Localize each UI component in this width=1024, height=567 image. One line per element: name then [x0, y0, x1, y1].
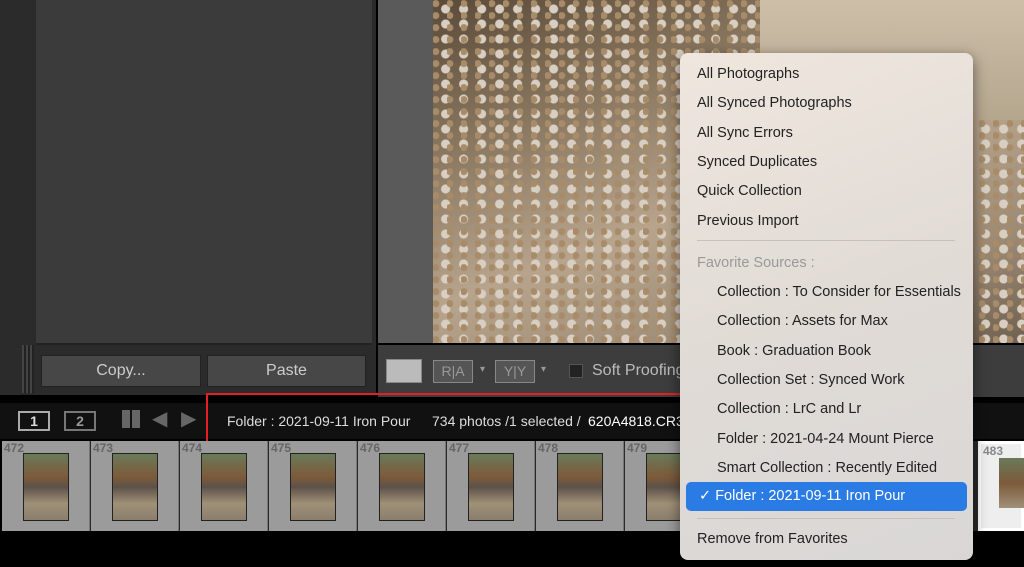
copy-button[interactable]: Copy...	[41, 355, 201, 387]
window-1-button[interactable]: 1	[18, 411, 50, 431]
chevron-down-icon[interactable]: ▾	[541, 364, 546, 375]
before-after-ra-icon[interactable]: R|A	[433, 360, 473, 383]
menu-item-favorite[interactable]: Collection : LrC and Lr	[717, 401, 861, 417]
thumbnail-number: 476	[360, 441, 381, 455]
thumbnail-number: 478	[538, 441, 559, 455]
menu-item-favorite[interactable]: Collection : Assets for Max	[717, 313, 888, 329]
panel-resize-handle[interactable]	[22, 345, 34, 393]
menu-item[interactable]: All Synced Photographs	[697, 95, 852, 111]
filmstrip-thumbnail[interactable]: 473	[91, 441, 179, 531]
menu-item[interactable]: All Photographs	[697, 66, 799, 82]
thumbnail-number: 475	[271, 441, 292, 455]
filmstrip-thumbnail[interactable]: 477	[447, 441, 535, 531]
remove-from-favorites[interactable]: Remove from Favorites	[697, 531, 848, 547]
menu-item[interactable]: Previous Import	[697, 213, 799, 229]
thumbnail-number: 479	[627, 441, 648, 455]
window-2-button[interactable]: 2	[64, 411, 96, 431]
filmstrip-source-menu: Favorite Sources : ✓ Folder : 2021-09-11…	[680, 53, 973, 560]
checkmark-icon: ✓	[699, 488, 716, 504]
thumbnail-image	[468, 453, 514, 521]
paste-button[interactable]: Paste	[207, 355, 366, 387]
menu-item-favorite[interactable]: Collection : To Consider for Essentials	[717, 284, 961, 300]
filmstrip-thumbnail[interactable]: 478	[536, 441, 624, 531]
menu-item-label: Folder : 2021-09-11 Iron Pour	[715, 488, 906, 504]
favorite-sources-header: Favorite Sources :	[697, 255, 815, 271]
thumbnail-image	[201, 453, 247, 521]
panel-content	[36, 0, 372, 345]
filmstrip-thumbnail[interactable]: 475	[269, 441, 357, 531]
menu-item-favorite[interactable]: Book : Graduation Book	[717, 343, 871, 359]
menu-separator	[697, 240, 955, 241]
menu-item-favorite[interactable]: Folder : 2021-04-24 Mount Pierce	[717, 431, 934, 447]
back-arrow-icon[interactable]: ◀	[152, 406, 167, 431]
filmstrip-thumbnail[interactable]: 476	[358, 441, 446, 531]
thumbnail-number: 477	[449, 441, 470, 455]
thumbnail-image	[112, 453, 158, 521]
thumbnail-image	[999, 458, 1024, 508]
thumbnail-number: 473	[93, 441, 114, 455]
view-background	[378, 0, 433, 343]
before-after-yy-icon[interactable]: Y|Y	[495, 360, 535, 383]
thumbnail-number: 474	[182, 441, 203, 455]
menu-item[interactable]: All Sync Errors	[697, 125, 793, 141]
soft-proofing-checkbox[interactable]	[569, 364, 583, 378]
menu-item[interactable]: Synced Duplicates	[697, 154, 817, 170]
thumbnail-image	[557, 453, 603, 521]
thumbnail-image	[290, 453, 336, 521]
filmstrip-thumbnail-selected[interactable]: 483	[978, 441, 1024, 531]
chevron-down-icon[interactable]: ▾	[480, 364, 485, 375]
thumbnail-image	[379, 453, 425, 521]
menu-item-favorite[interactable]: Collection Set : Synced Work	[717, 372, 905, 388]
menu-item-selected[interactable]: ✓ Folder : 2021-09-11 Iron Pour	[686, 482, 967, 511]
menu-item[interactable]: Quick Collection	[697, 183, 802, 199]
thumbnail-image	[23, 453, 69, 521]
menu-separator	[697, 518, 955, 519]
menu-item-favorite[interactable]: Smart Collection : Recently Edited	[717, 460, 937, 476]
loupe-view-icon[interactable]	[386, 359, 422, 383]
soft-proofing-label: Soft Proofing	[592, 362, 685, 379]
thumbnail-number: 472	[4, 441, 25, 455]
grid-view-icon[interactable]	[122, 410, 140, 428]
filmstrip-thumbnail[interactable]: 474	[180, 441, 268, 531]
filmstrip-thumbnail[interactable]: 472	[2, 441, 90, 531]
thumbnail-number: 483	[983, 444, 1004, 458]
forward-arrow-icon[interactable]: ▶	[181, 406, 196, 431]
